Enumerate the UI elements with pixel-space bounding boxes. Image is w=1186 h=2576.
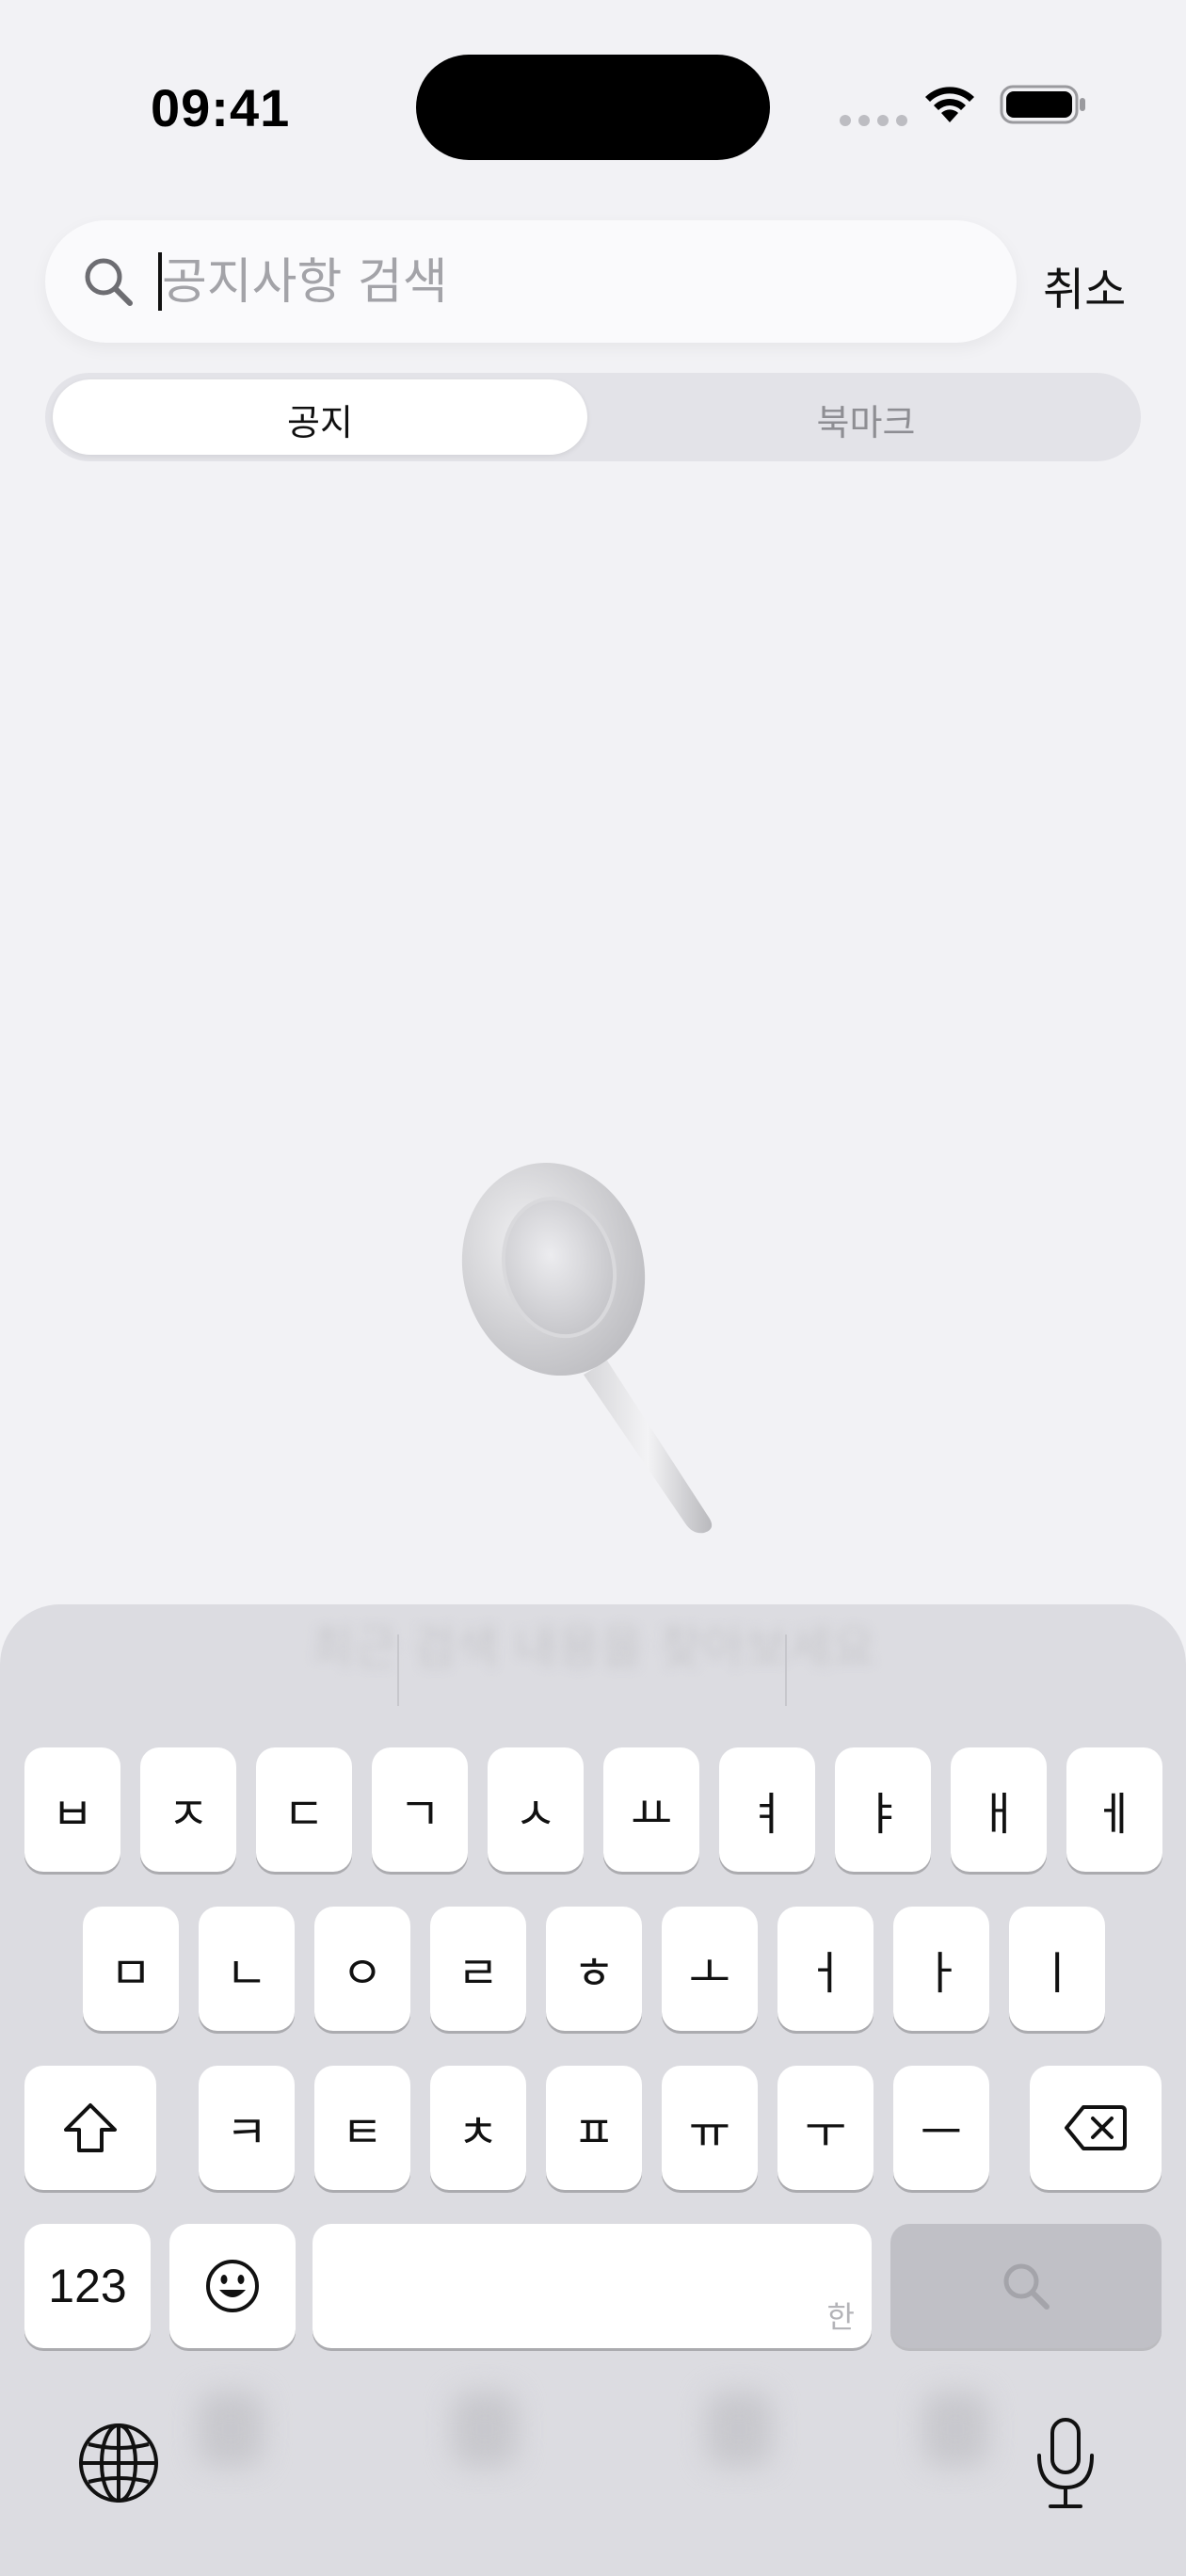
- key-r3-1[interactable]: ㅋ: [199, 2066, 295, 2190]
- text-cursor: [158, 252, 162, 311]
- key-r1-4[interactable]: ㄱ: [372, 1747, 468, 1872]
- wifi-icon: [925, 87, 974, 122]
- magnifier-illustration: [461, 1162, 713, 1534]
- key-r1-8[interactable]: ㅑ: [835, 1747, 931, 1872]
- key-r2-6[interactable]: ㅗ: [662, 1907, 758, 2031]
- key-r1-1[interactable]: ㅂ: [24, 1747, 120, 1872]
- key-r3-3[interactable]: ㅊ: [430, 2066, 526, 2190]
- key-r2-4[interactable]: ㄹ: [430, 1907, 526, 2031]
- key-r2-9[interactable]: ㅣ: [1009, 1907, 1105, 2031]
- key-r2-1[interactable]: ㅁ: [83, 1907, 179, 2031]
- key-r3-6[interactable]: ㅜ: [777, 2066, 873, 2190]
- cellular-signal-icon: [840, 115, 907, 126]
- space-language-hint: 한: [826, 2299, 855, 2335]
- space-key[interactable]: 한: [313, 2224, 872, 2348]
- cancel-button[interactable]: 취소: [1043, 252, 1126, 318]
- status-time: 09:41: [151, 78, 291, 137]
- tab-bookmarks[interactable]: 북마크: [595, 394, 1137, 445]
- emoji-key[interactable]: [169, 2224, 296, 2348]
- search-icon: [85, 258, 133, 306]
- globe-icon[interactable]: [75, 2420, 162, 2506]
- battery-icon: [1000, 85, 1085, 124]
- tab-notices[interactable]: 공지: [53, 394, 587, 445]
- suggestion-divider: [785, 1634, 787, 1706]
- suggestion-divider: [397, 1634, 399, 1706]
- key-r2-3[interactable]: ㅇ: [314, 1907, 410, 2031]
- keyboard-suggestion[interactable]: 최근 검색 내용을 찾아보세요: [292, 1610, 894, 1678]
- search-key[interactable]: [890, 2224, 1162, 2348]
- key-r1-9[interactable]: ㅐ: [951, 1747, 1047, 1872]
- key-r3-7[interactable]: ㅡ: [893, 2066, 989, 2190]
- microphone-icon[interactable]: [1030, 2416, 1101, 2512]
- key-r2-7[interactable]: ㅓ: [777, 1907, 873, 2031]
- backspace-icon: [1065, 2105, 1127, 2150]
- key-r1-3[interactable]: ㄷ: [256, 1747, 352, 1872]
- key-r1-6[interactable]: ㅛ: [603, 1747, 699, 1872]
- key-r2-8[interactable]: ㅏ: [893, 1907, 989, 2031]
- key-r3-4[interactable]: ㅍ: [546, 2066, 642, 2190]
- dynamic-island: [416, 55, 770, 160]
- key-r1-2[interactable]: ㅈ: [140, 1747, 236, 1872]
- key-r2-2[interactable]: ㄴ: [199, 1907, 295, 2031]
- key-r3-5[interactable]: ㅠ: [662, 2066, 758, 2190]
- emoji-icon: [206, 2260, 259, 2312]
- numbers-key[interactable]: 123: [24, 2224, 151, 2348]
- shift-icon: [64, 2103, 117, 2152]
- key-r2-5[interactable]: ㅎ: [546, 1907, 642, 2031]
- search-key-icon: [1003, 2263, 1050, 2310]
- search-input[interactable]: [160, 247, 992, 318]
- shift-key[interactable]: [24, 2066, 156, 2190]
- blurred-background-content: [169, 2373, 1017, 2486]
- delete-key[interactable]: [1030, 2066, 1162, 2190]
- key-r1-10[interactable]: ㅔ: [1066, 1747, 1162, 1872]
- key-r1-5[interactable]: ㅅ: [488, 1747, 584, 1872]
- key-r1-7[interactable]: ㅕ: [719, 1747, 815, 1872]
- key-r3-2[interactable]: ㅌ: [314, 2066, 410, 2190]
